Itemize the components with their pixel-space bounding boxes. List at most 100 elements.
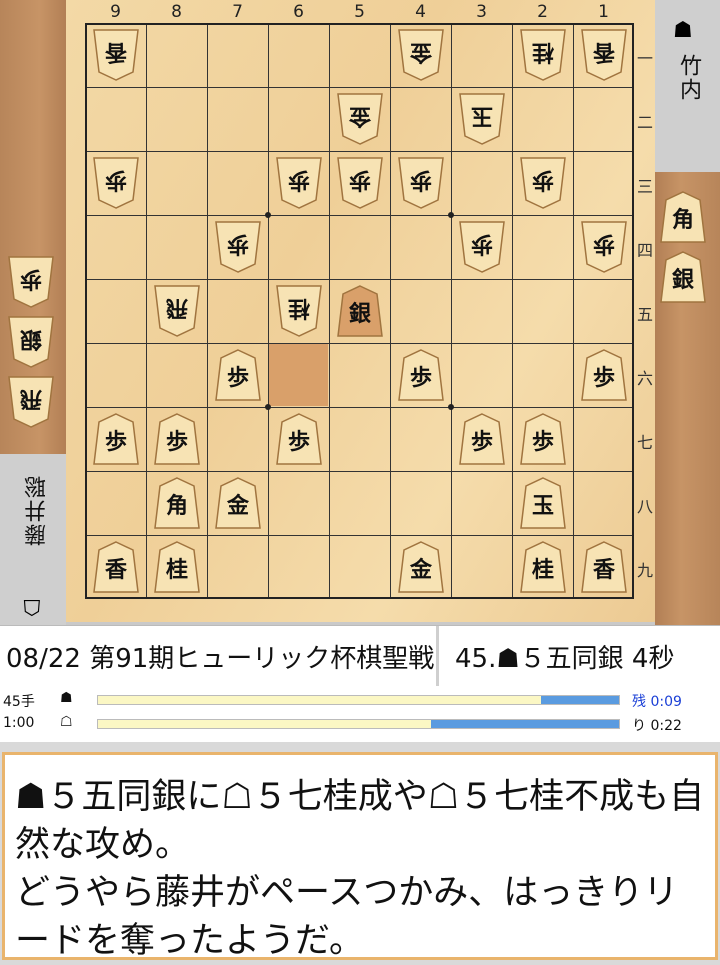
current-move: 45.☗５五同銀 4秒 (455, 644, 675, 674)
shogi-piece-sente[interactable]: 香 (93, 540, 139, 594)
grid-vline (573, 25, 574, 597)
row-label: 六 (636, 369, 653, 388)
grid-hline (87, 535, 632, 536)
piece-label: 飛 (166, 295, 189, 321)
piece-label: 角 (165, 493, 188, 519)
grid-hline (87, 279, 632, 280)
sente-hand-piece[interactable]: 角 (660, 190, 706, 244)
piece-label: 歩 (470, 429, 493, 455)
shogi-piece-sente[interactable]: 歩 (154, 412, 200, 466)
shogi-piece-gote[interactable]: 玉 (459, 92, 505, 146)
column-number: 4 (415, 2, 426, 22)
piece-label: 歩 (226, 365, 249, 391)
column-number: 5 (354, 2, 365, 22)
grid-hline (87, 471, 632, 472)
shogi-piece-gote[interactable]: 桂 (276, 284, 322, 338)
piece-label: 歩 (227, 231, 250, 257)
shogi-piece-sente[interactable]: 歩 (398, 348, 444, 402)
shogi-piece-gote[interactable]: 歩 (215, 220, 261, 274)
column-number: 9 (110, 2, 121, 22)
shogi-piece-sente[interactable]: 桂 (154, 540, 200, 594)
shogi-piece-gote[interactable]: 香 (581, 28, 627, 82)
commentary-text: ☗５五同銀に☖５七桂成や☖５七桂不成も自然な攻め。 どうやら藤井がペースつかみ、… (15, 777, 705, 961)
shogi-piece-sente[interactable]: 歩 (276, 412, 322, 466)
gote-hand-piece[interactable]: 銀 (8, 315, 54, 369)
gote-hand-piece[interactable]: 歩 (8, 255, 54, 309)
time-limit: 1:00 (3, 715, 35, 731)
gote-hand-piece[interactable]: 飛 (8, 375, 54, 429)
shogi-piece-sente[interactable]: 玉 (520, 476, 566, 530)
piece-label: 歩 (20, 266, 43, 292)
piece-label: 歩 (593, 231, 616, 257)
piece-label: 香 (105, 39, 128, 65)
row-label: 三 (636, 177, 653, 196)
piece-label: 歩 (410, 167, 433, 193)
shogi-piece-gote[interactable]: 金 (337, 92, 383, 146)
grid-hline (87, 407, 632, 408)
grid-hline (87, 343, 632, 344)
shogi-piece-sente[interactable]: 銀 (337, 284, 383, 338)
piece-label: 金 (410, 39, 433, 65)
grid-vline (390, 25, 391, 597)
shogi-piece-sente[interactable]: 角 (154, 476, 200, 530)
row-label: 九 (636, 561, 653, 580)
grid-vline (512, 25, 513, 597)
shogi-piece-gote[interactable]: 香 (93, 28, 139, 82)
gote-time-bar (97, 719, 620, 729)
piece-label: 桂 (532, 39, 555, 65)
column-number: 7 (232, 2, 243, 22)
shogi-piece-gote[interactable]: 歩 (520, 156, 566, 210)
shogi-piece-gote[interactable]: 歩 (581, 220, 627, 274)
shogi-piece-sente[interactable]: 歩 (581, 348, 627, 402)
shogi-piece-sente[interactable]: 金 (398, 540, 444, 594)
piece-label: 歩 (105, 167, 128, 193)
column-number: 8 (171, 2, 182, 22)
sente-time-used (98, 696, 541, 704)
gote-player-name: 藤井聡 (25, 474, 50, 546)
info-divider (436, 626, 439, 686)
timer-panel: 45手 ☗ 残 0:09 1:00 ☖ り 0:22 (0, 686, 720, 742)
move-count: 45手 (3, 694, 35, 710)
shogi-piece-gote[interactable]: 歩 (276, 156, 322, 210)
shogi-piece-sente[interactable]: 桂 (520, 540, 566, 594)
star-point (448, 404, 454, 410)
shogi-piece-gote[interactable]: 歩 (398, 156, 444, 210)
shogi-piece-gote[interactable]: 歩 (337, 156, 383, 210)
gote-player-panel: 藤井聡 ☖ (0, 454, 66, 625)
shogi-piece-sente[interactable]: 歩 (520, 412, 566, 466)
shogi-piece-gote[interactable]: 歩 (93, 156, 139, 210)
piece-label: 歩 (471, 231, 494, 257)
piece-label: 飛 (20, 386, 43, 412)
piece-label: 金 (226, 493, 249, 519)
gote-timer-icon: ☖ (60, 714, 73, 730)
piece-label: 香 (104, 557, 127, 583)
shogi-piece-sente[interactable]: 金 (215, 476, 261, 530)
row-label: 七 (636, 433, 653, 452)
shogi-piece-sente[interactable]: 香 (581, 540, 627, 594)
grid-vline (451, 25, 452, 597)
row-label: 二 (636, 113, 653, 132)
sente-hand-piece[interactable]: 銀 (660, 250, 706, 304)
piece-label: 歩 (531, 429, 554, 455)
shogi-piece-gote[interactable]: 金 (398, 28, 444, 82)
piece-label: 香 (592, 557, 615, 583)
row-label: 八 (636, 497, 653, 516)
shogi-piece-gote[interactable]: 飛 (154, 284, 200, 338)
piece-label: 歩 (104, 429, 127, 455)
shogi-piece-sente[interactable]: 歩 (93, 412, 139, 466)
sente-timer-icon: ☗ (60, 690, 73, 706)
shogi-piece-gote[interactable]: 桂 (520, 28, 566, 82)
column-number: 2 (537, 2, 548, 22)
remaining-label-2: り 0:22 (632, 718, 682, 734)
row-label: 一 (636, 49, 653, 68)
row-label: 五 (636, 305, 653, 324)
star-point (448, 212, 454, 218)
shogi-piece-sente[interactable]: 歩 (215, 348, 261, 402)
column-number: 1 (598, 2, 609, 22)
shogi-piece-gote[interactable]: 歩 (459, 220, 505, 274)
piece-label: 銀 (20, 326, 43, 352)
piece-label: 桂 (288, 295, 311, 321)
shogi-piece-sente[interactable]: 歩 (459, 412, 505, 466)
piece-label: 銀 (348, 301, 371, 327)
star-point (265, 404, 271, 410)
